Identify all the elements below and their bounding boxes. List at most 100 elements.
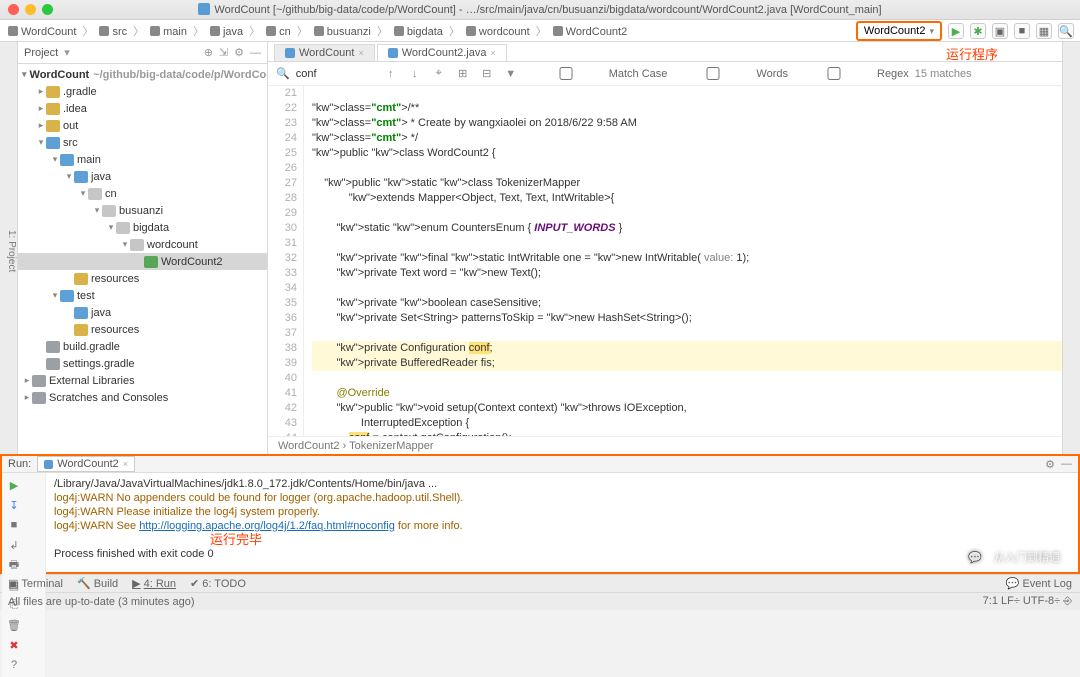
find-input[interactable]	[296, 68, 376, 80]
event-log-button[interactable]: 💬 Event Log	[1006, 577, 1072, 590]
tree-node[interactable]: ▾src	[18, 134, 267, 151]
tree-node[interactable]: ▸.gradle	[18, 83, 267, 100]
editor-tabs: WordCount×WordCount2.java×	[268, 42, 1062, 62]
tab-run[interactable]: ▶ 4: Run	[132, 577, 176, 590]
annotation-done: 运行完毕	[210, 529, 262, 548]
window-title: WordCount [~/github/big-data/code/p/Word…	[214, 4, 881, 16]
debug-button[interactable]: ✱	[970, 23, 986, 39]
collapse-icon[interactable]: ⇲	[219, 46, 228, 59]
project-view-label[interactable]: Project	[24, 47, 58, 59]
locate-icon[interactable]: ⊕	[204, 46, 213, 59]
tree-node[interactable]: ▾test	[18, 287, 267, 304]
crumb[interactable]: src	[97, 26, 129, 38]
project-structure-button[interactable]: ▦	[1036, 23, 1052, 39]
console-output[interactable]: /Library/Java/JavaVirtualMachines/jdk1.8…	[46, 473, 1078, 677]
app-icon	[198, 3, 210, 15]
tree-node[interactable]: ▸out	[18, 117, 267, 134]
rerun-button[interactable]: ▶	[6, 477, 22, 493]
tab-build[interactable]: 🔨 Build	[77, 577, 118, 590]
tree-node[interactable]: ▾wordcount	[18, 236, 267, 253]
print-button[interactable]: 🖶	[6, 557, 22, 573]
tab-terminal[interactable]: ▣ Terminal	[8, 577, 63, 590]
crumb[interactable]: bigdata	[392, 26, 445, 38]
tree-root[interactable]: ▾WordCount~/github/big-data/code/p/WordC…	[18, 66, 267, 83]
run-header-label: Run:	[8, 458, 31, 470]
crumb[interactable]: java	[208, 26, 245, 38]
stop-button[interactable]: ■	[1014, 23, 1030, 39]
zoom-icon[interactable]	[42, 4, 53, 15]
clear-button[interactable]: 🗑	[6, 617, 22, 633]
minimize-icon[interactable]	[25, 4, 36, 15]
crumb[interactable]: busuanzi	[312, 26, 373, 38]
find-bar: 🔍 ↑ ↓ ⌖ ⊞ ⊟ ▼ Match Case Words Regex 15 …	[268, 62, 1062, 86]
filter-button[interactable]: ▼	[502, 65, 520, 83]
navigation-bar: WordCount〉src〉main〉java〉cn〉busuanzi〉bigd…	[0, 20, 1080, 42]
match-case-checkbox[interactable]: Match Case	[526, 67, 668, 80]
words-checkbox[interactable]: Words	[673, 67, 788, 80]
tree-node[interactable]: resources	[18, 321, 267, 338]
regex-checkbox[interactable]: Regex	[794, 67, 909, 80]
tree-node[interactable]: ▾busuanzi	[18, 202, 267, 219]
tree-node[interactable]: ▸Scratches and Consoles	[18, 389, 267, 406]
tree-node[interactable]: ▾java	[18, 168, 267, 185]
add-selection-button[interactable]: ⊞	[454, 65, 472, 83]
help-button[interactable]: ?	[6, 657, 22, 673]
search-everywhere-button[interactable]: 🔍	[1058, 23, 1074, 39]
tab-todo[interactable]: ✔ 6: TODO	[190, 577, 246, 590]
tree-node[interactable]: ▾cn	[18, 185, 267, 202]
hide-icon[interactable]: ―	[250, 47, 261, 59]
breadcrumb[interactable]: WordCount〉src〉main〉java〉cn〉busuanzi〉bigd…	[6, 23, 629, 39]
run-config-selector[interactable]: WordCount2 ▾	[856, 21, 942, 41]
toggle-anywhere-button[interactable]: ⌖	[430, 65, 448, 83]
soft-wrap-button[interactable]: ↲	[6, 537, 22, 553]
editor: WordCount×WordCount2.java× 🔍 ↑ ↓ ⌖ ⊞ ⊟ ▼…	[268, 42, 1062, 454]
run-toolbar: ▶ ↧ ■ ↲ 🖶 ▤ ⎘ 🗑 ✖ ?	[2, 473, 46, 677]
editor-tab[interactable]: WordCount2.java×	[377, 44, 507, 61]
code-area[interactable]: "kw">class="cmt">/**"kw">class="cmt"> * …	[304, 86, 1062, 436]
run-button[interactable]: ▶	[948, 23, 964, 39]
exit-button[interactable]: ✖	[6, 637, 22, 653]
close-icon[interactable]	[8, 4, 19, 15]
annotation-run: 运行程序	[946, 44, 998, 63]
run-hide-icon[interactable]: ―	[1061, 458, 1072, 470]
coverage-button[interactable]: ▣	[992, 23, 1008, 39]
run-tool-window: Run: WordCount2× ⚙ ― ▶ ↧ ■ ↲ 🖶 ▤ ⎘ 🗑 ✖ ?…	[0, 454, 1080, 574]
next-match-button[interactable]: ↓	[406, 65, 424, 83]
select-all-button[interactable]: ⊟	[478, 65, 496, 83]
search-icon: 🔍	[276, 67, 290, 80]
gutter[interactable]: 2122232425262728293031323334353637383940…	[268, 86, 304, 436]
match-count: 15 matches	[915, 68, 972, 80]
left-stripe[interactable]: 1: Project	[0, 42, 18, 454]
scroll-to-end-button[interactable]: ↧	[6, 497, 22, 513]
crumb[interactable]: WordCount2	[551, 26, 630, 38]
chevron-down-icon: ▾	[929, 26, 934, 37]
status-right[interactable]: 7:1 LF÷ UTF-8÷ ⎆	[983, 595, 1072, 608]
tree-node[interactable]: java	[18, 304, 267, 321]
right-stripe[interactable]	[1062, 42, 1080, 454]
crumb[interactable]: WordCount	[6, 26, 78, 38]
window-controls[interactable]	[8, 4, 53, 15]
tree-node[interactable]: ▸.idea	[18, 100, 267, 117]
tree-node[interactable]: ▸External Libraries	[18, 372, 267, 389]
status-message: All files are up-to-date (3 minutes ago)	[8, 596, 194, 608]
prev-match-button[interactable]: ↑	[382, 65, 400, 83]
tree-node[interactable]: ▾bigdata	[18, 219, 267, 236]
title-bar: WordCount [~/github/big-data/code/p/Word…	[0, 0, 1080, 20]
editor-crumbs[interactable]: WordCount2 › TokenizerMapper	[268, 436, 1062, 454]
tree-node[interactable]: build.gradle	[18, 338, 267, 355]
tree-node[interactable]: resources	[18, 270, 267, 287]
project-tool-window: Project▾ ⊕ ⇲ ⚙ ― ▾WordCount~/github/big-…	[18, 42, 268, 454]
run-settings-icon[interactable]: ⚙	[1045, 458, 1055, 471]
tree-node[interactable]: settings.gradle	[18, 355, 267, 372]
tree-node[interactable]: WordCount2	[18, 253, 267, 270]
watermark: 💬从入门到精通	[962, 544, 1060, 570]
run-tab[interactable]: WordCount2×	[37, 456, 135, 472]
stop-run-button[interactable]: ■	[6, 517, 22, 533]
crumb[interactable]: wordcount	[464, 26, 532, 38]
editor-tab[interactable]: WordCount×	[274, 44, 375, 61]
settings-icon[interactable]: ⚙	[234, 46, 244, 59]
run-config-label: WordCount2	[864, 25, 926, 37]
crumb[interactable]: main	[148, 26, 189, 38]
tree-node[interactable]: ▾main	[18, 151, 267, 168]
crumb[interactable]: cn	[264, 26, 293, 38]
